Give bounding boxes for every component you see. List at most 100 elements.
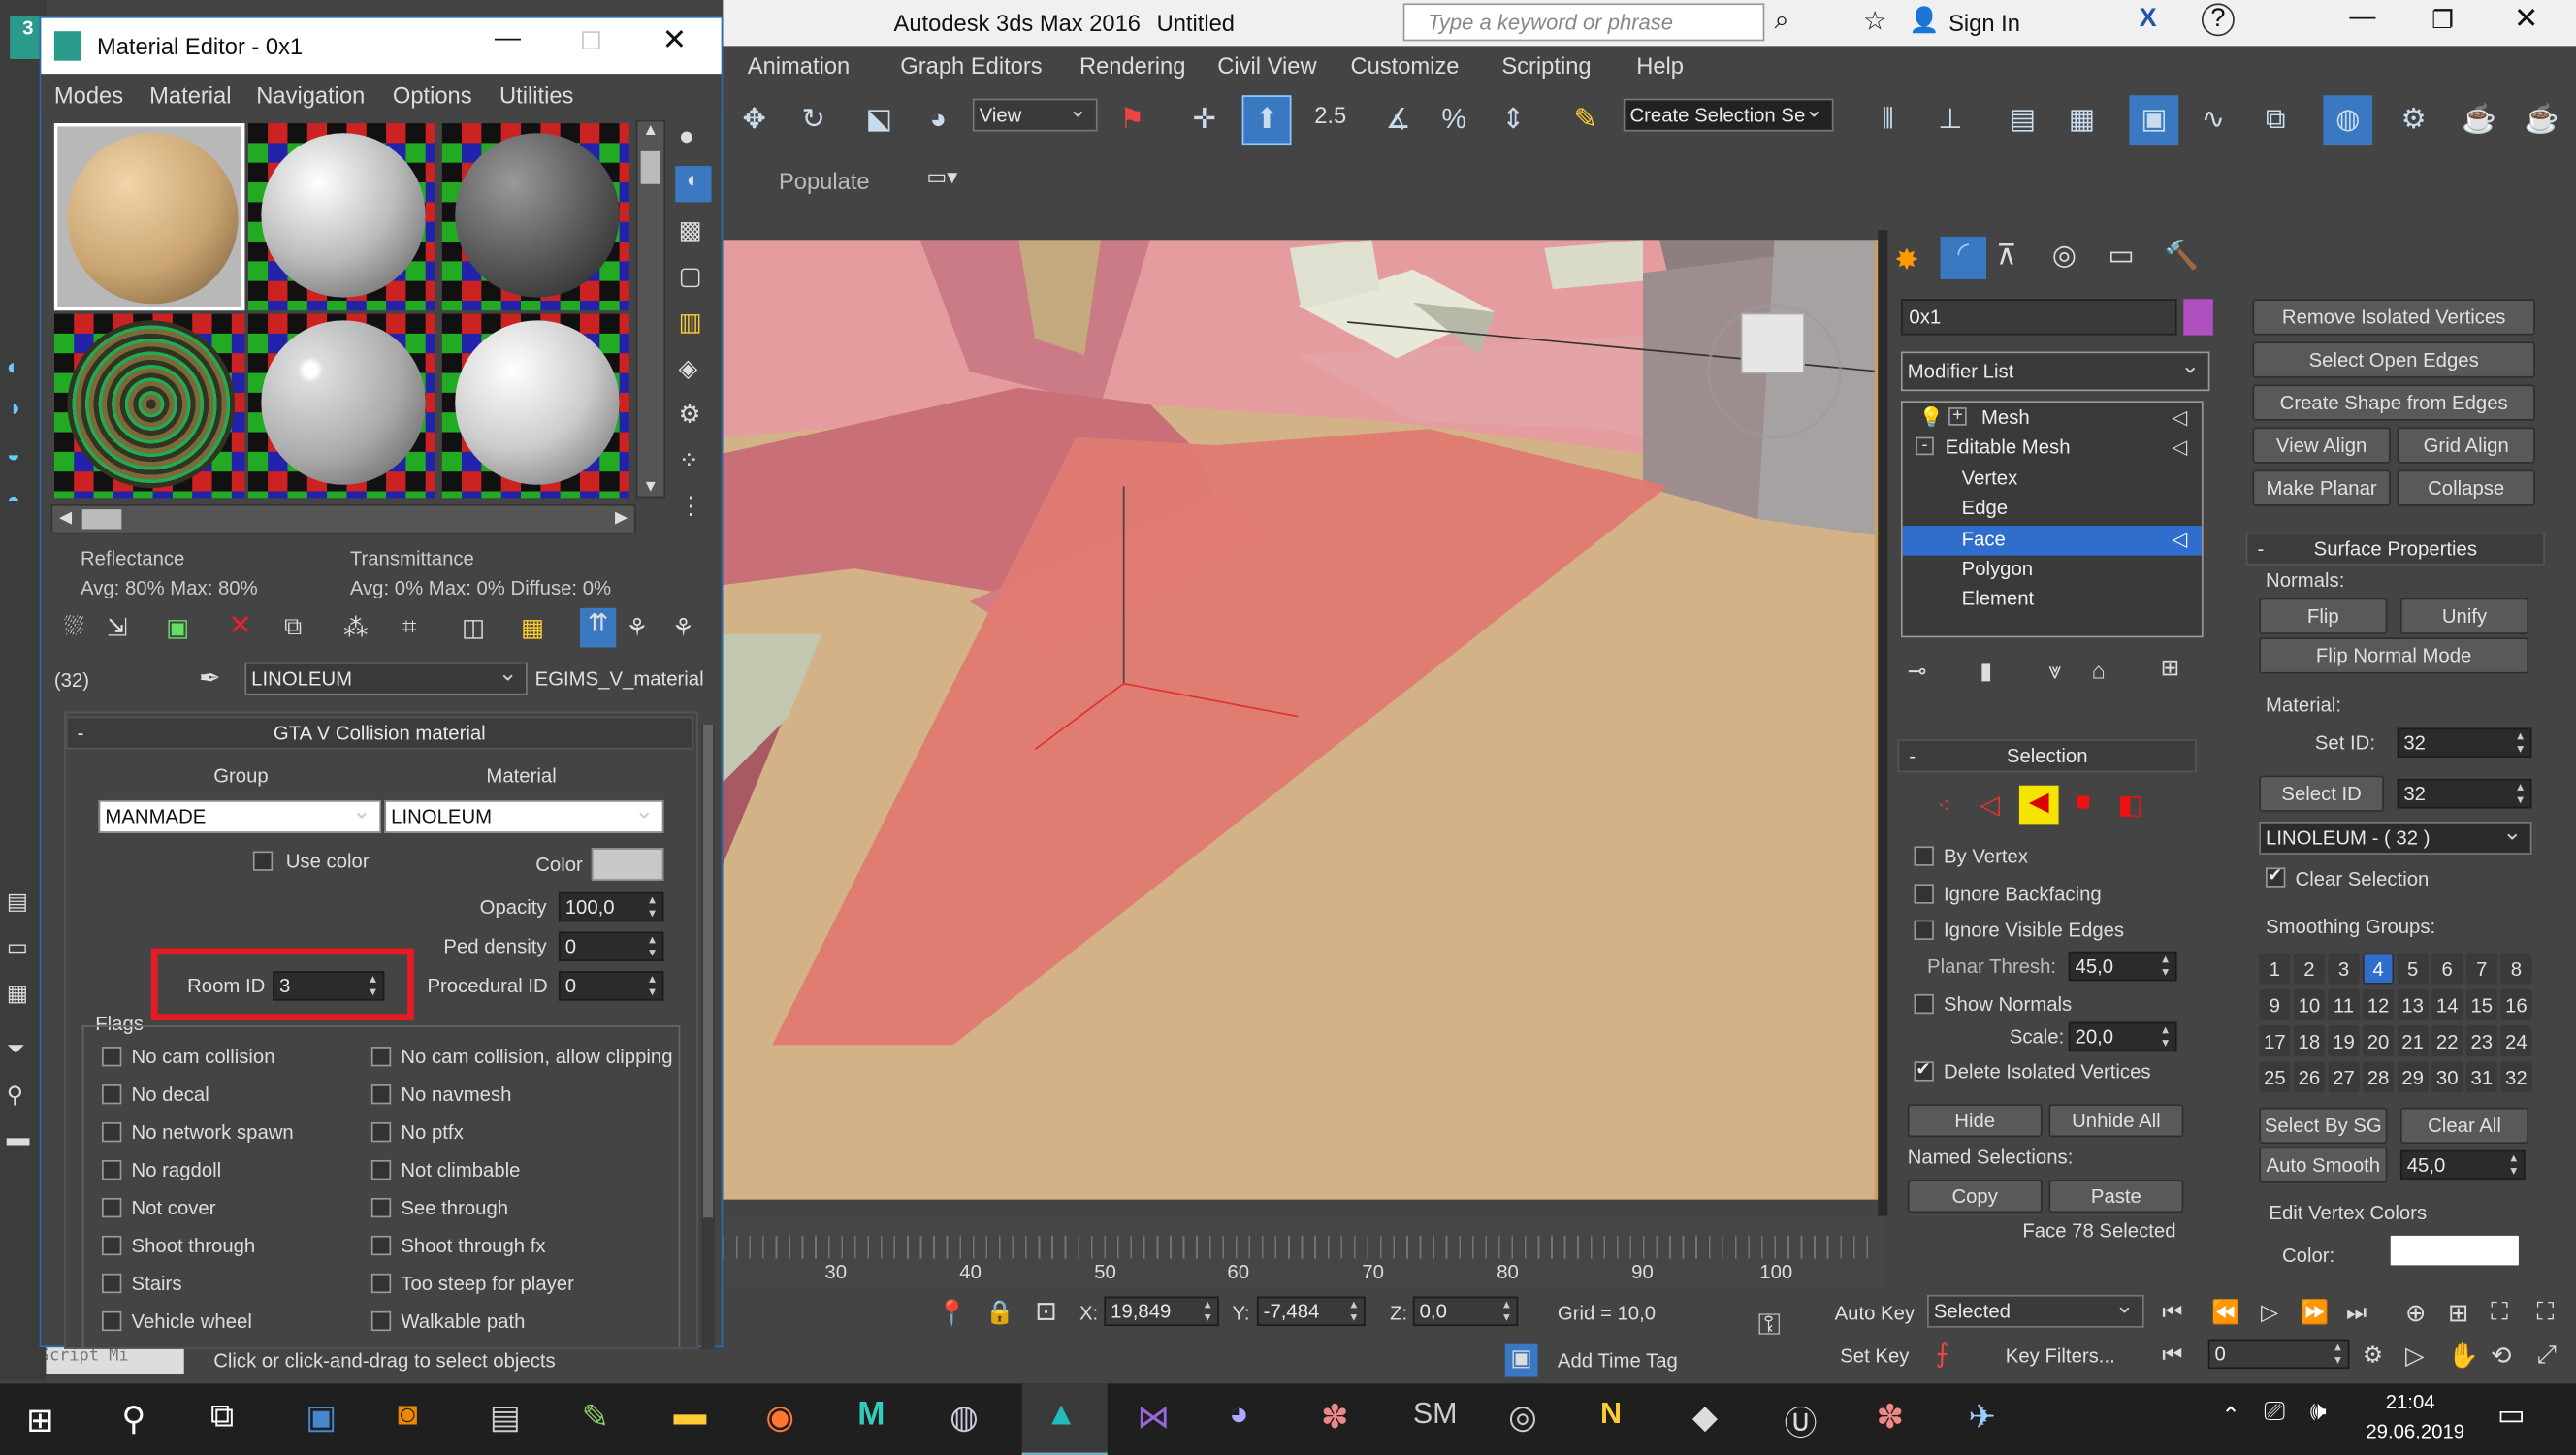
tray-chevron-icon[interactable]: ⌃: [2221, 1402, 2240, 1430]
smoothing-group-button[interactable]: 5: [2397, 953, 2429, 985]
object-name-field[interactable]: 0x1: [1900, 299, 2177, 336]
network-icon[interactable]: ⎚: [2264, 1399, 2285, 1428]
snap-toggle-label[interactable]: 2.5: [1314, 102, 1346, 128]
smoothing-group-button[interactable]: 9: [2259, 988, 2291, 1020]
tool-icon-2[interactable]: ◑: [7, 395, 20, 421]
flag-row[interactable]: Not climbable: [370, 1155, 696, 1188]
assign-to-selection-icon[interactable]: ▣: [166, 613, 189, 643]
isolate-icon[interactable]: 📍: [937, 1298, 968, 1328]
volume-icon[interactable]: 🕪: [2310, 1399, 2327, 1428]
start-icon[interactable]: ⊞: [26, 1400, 53, 1440]
time-config-icon[interactable]: ⚙: [2363, 1341, 2383, 1369]
smoothing-group-button[interactable]: 24: [2500, 1025, 2532, 1057]
delete-isolated-checkbox[interactable]: [1914, 1058, 1934, 1082]
smoothing-group-button[interactable]: 8: [2500, 953, 2532, 985]
smoothing-group-button[interactable]: 32: [2500, 1061, 2532, 1093]
align-icon[interactable]: ⊥: [1929, 99, 1972, 142]
reset-map-icon[interactable]: ✕: [228, 609, 251, 642]
flag-checkbox[interactable]: [102, 1159, 122, 1180]
current-frame[interactable]: 0: [2207, 1339, 2350, 1370]
smoothing-group-button[interactable]: 11: [2328, 988, 2360, 1020]
stack-edge[interactable]: Edge: [1962, 497, 2008, 520]
show-normals-checkbox[interactable]: [1914, 993, 1934, 1015]
reference-coord-dropdown[interactable]: View: [972, 94, 1098, 132]
star-icon[interactable]: ☆: [1863, 5, 1886, 38]
me-menu-utilities[interactable]: Utilities: [499, 82, 573, 109]
smoothing-group-button[interactable]: 12: [2362, 988, 2395, 1020]
group-dropdown[interactable]: MANMADE: [98, 795, 382, 833]
uv-tiling-icon[interactable]: ▢: [679, 261, 702, 291]
grid-align-button[interactable]: Grid Align: [2397, 427, 2535, 464]
taskbar-app-13[interactable]: SM: [1413, 1397, 1458, 1432]
timeline[interactable]: 30 40 50 60 70 80 90 100: [723, 1215, 1884, 1289]
menu-rendering[interactable]: Rendering: [1079, 52, 1185, 79]
taskbar-3dsmax-active[interactable]: ▲: [1021, 1383, 1108, 1455]
clear-all-button[interactable]: Clear All: [2399, 1107, 2529, 1145]
tool-icon-6[interactable]: ▭: [7, 933, 28, 961]
modify-tab-icon[interactable]: ◜: [1940, 236, 1987, 279]
transform-type-icon[interactable]: ⊡: [1035, 1295, 1057, 1328]
hide-button[interactable]: Hide: [1907, 1104, 2043, 1138]
collapse-button[interactable]: Collapse: [2397, 469, 2535, 506]
selection-set-dropdown[interactable]: Create Selection Se: [1623, 94, 1834, 132]
spinner-snap-icon[interactable]: ⇕: [1492, 99, 1534, 142]
smoothing-group-button[interactable]: 2: [2293, 953, 2326, 985]
flip-button[interactable]: Flip: [2259, 598, 2388, 634]
taskbar-app-3[interactable]: ▤: [490, 1397, 521, 1438]
flag-row[interactable]: See through: [370, 1193, 696, 1226]
time-tag-icon[interactable]: ▣: [1504, 1343, 1538, 1377]
me-menu-navigation[interactable]: Navigation: [256, 82, 365, 109]
taskbar-firefox-icon[interactable]: ◉: [765, 1397, 794, 1438]
edge-mode-icon[interactable]: ◁: [1980, 789, 2000, 822]
modifier-list-dropdown[interactable]: Modifier List: [1900, 346, 2210, 392]
taskbar-app-18[interactable]: ✽: [1877, 1397, 1904, 1438]
material-type-button[interactable]: EGIMS_V_material: [531, 662, 709, 695]
render-frame-icon[interactable]: ☕: [2458, 99, 2500, 142]
scale-icon[interactable]: ⬕: [857, 99, 900, 142]
scale-spinner[interactable]: 20,0: [2068, 1021, 2177, 1052]
sample-slot-1[interactable]: [53, 123, 245, 311]
tool-icon-5[interactable]: ▤: [7, 888, 28, 916]
select-id-button[interactable]: Select ID: [2259, 775, 2384, 812]
sample-type-icon[interactable]: ●: [679, 123, 694, 152]
unhide-all-button[interactable]: Unhide All: [2048, 1104, 2184, 1138]
smoothing-group-button[interactable]: 3: [2328, 953, 2360, 985]
surface-properties-header[interactable]: Surface Properties: [2245, 532, 2546, 566]
key-mode-toggle-icon[interactable]: ⏮: [2162, 1341, 2182, 1369]
make-unique-icon[interactable]: ⩔: [2048, 658, 2061, 686]
sample-slot-2[interactable]: [247, 123, 435, 311]
hierarchy-tab-icon[interactable]: ⊼: [1996, 240, 2016, 273]
flag-checkbox[interactable]: [370, 1235, 392, 1256]
pivot-icon[interactable]: ⚑: [1111, 99, 1153, 142]
taskbar-app-12[interactable]: ✽: [1321, 1397, 1348, 1438]
object-color-swatch[interactable]: [2183, 299, 2213, 336]
options-icon[interactable]: ⚙: [679, 400, 701, 429]
smoothing-group-button[interactable]: 1: [2259, 953, 2291, 985]
selected-dropdown[interactable]: Selected: [1927, 1290, 2144, 1328]
material-editor-icon[interactable]: ◍: [2323, 95, 2373, 146]
stack-face[interactable]: Face: [1962, 528, 2006, 551]
tool-icon-10[interactable]: ▬: [7, 1124, 30, 1150]
smoothing-group-button[interactable]: 22: [2431, 1025, 2463, 1057]
stack-editable-mesh[interactable]: Editable Mesh: [1946, 436, 2071, 459]
smoothing-group-button[interactable]: 25: [2259, 1061, 2291, 1093]
smoothing-group-button[interactable]: 26: [2293, 1061, 2326, 1093]
flag-checkbox[interactable]: [102, 1084, 122, 1105]
me-minimize-icon[interactable]: —: [495, 24, 521, 53]
keyboard-shortcut-icon[interactable]: ⬆: [1241, 95, 1292, 146]
material-id-channel-icon[interactable]: ◫: [462, 613, 485, 643]
user-icon[interactable]: 👤: [1909, 5, 1940, 35]
taskbar-unity-icon[interactable]: ◆: [1692, 1397, 1718, 1438]
make-copy-icon[interactable]: ⧉: [284, 613, 302, 641]
eyedropper-icon[interactable]: ✒: [199, 663, 221, 695]
me-maximize-icon[interactable]: ☐: [580, 26, 602, 56]
rollout-scrollbar[interactable]: [701, 725, 715, 1349]
flag-row[interactable]: No cam collision, allow clipping: [370, 1042, 696, 1075]
go-forward-sibling-icon[interactable]: ⚘: [672, 613, 694, 643]
flag-checkbox[interactable]: [102, 1235, 122, 1256]
flag-row[interactable]: Too steep for player: [370, 1269, 696, 1302]
flag-checkbox[interactable]: [370, 1197, 392, 1218]
scene-explorer-icon[interactable]: ▣: [2129, 95, 2179, 146]
bulb-icon[interactable]: 💡: [1919, 405, 1944, 429]
close-icon[interactable]: ✕: [2514, 2, 2539, 37]
